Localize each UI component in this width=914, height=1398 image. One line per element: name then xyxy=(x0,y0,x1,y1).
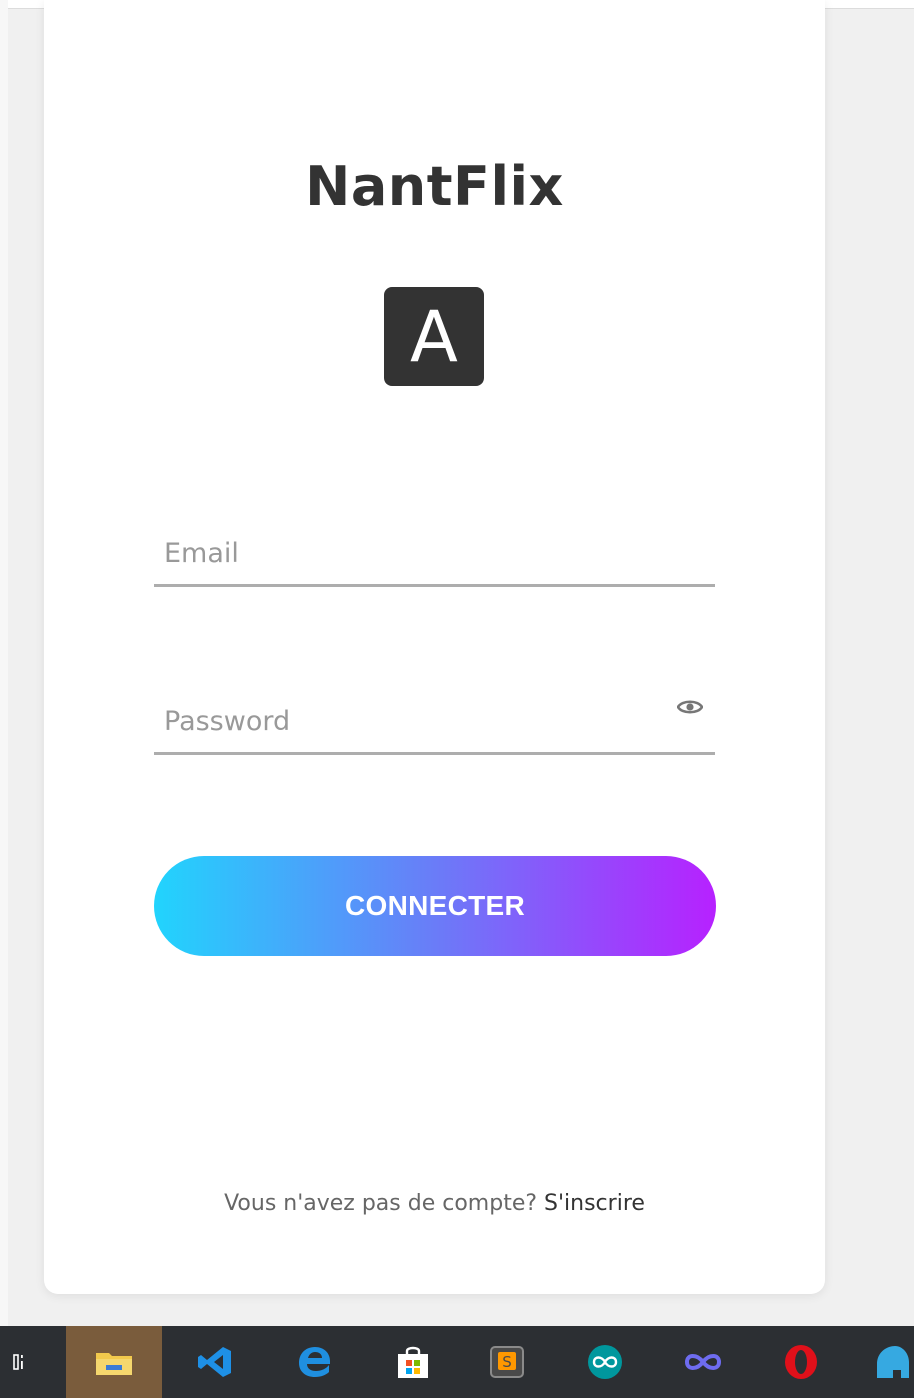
signup-prompt: Vous n'avez pas de compte? S'inscrire xyxy=(44,1191,825,1216)
page-left-margin xyxy=(0,0,8,1326)
show-password-icon[interactable] xyxy=(673,693,707,721)
password-input[interactable] xyxy=(162,695,646,747)
password-underline xyxy=(154,752,715,755)
email-underline xyxy=(154,584,715,587)
arduino-icon[interactable] xyxy=(570,1326,640,1398)
blue-app-icon[interactable] xyxy=(864,1326,914,1398)
task-view-icon[interactable] xyxy=(0,1326,40,1398)
signup-link[interactable]: S'inscrire xyxy=(544,1191,645,1216)
store-icon[interactable] xyxy=(378,1326,448,1398)
email-field xyxy=(154,517,715,587)
logo-letter: A xyxy=(410,295,458,378)
file-explorer-icon[interactable] xyxy=(66,1326,162,1398)
connect-button[interactable]: CONNECTER xyxy=(154,856,716,956)
vscode-icon[interactable] xyxy=(180,1326,250,1398)
windows-taskbar: S xyxy=(0,1326,914,1398)
infinity-app-icon[interactable] xyxy=(668,1326,738,1398)
login-card: NantFlix A CONNECTER Vous n'avez pas de … xyxy=(44,0,825,1294)
app-title: NantFlix xyxy=(305,155,564,218)
edge-icon[interactable] xyxy=(280,1326,350,1398)
sublime-text-icon[interactable]: S xyxy=(472,1326,542,1398)
signup-text: Vous n'avez pas de compte? xyxy=(224,1191,538,1216)
email-input[interactable] xyxy=(162,527,646,579)
password-field xyxy=(154,685,715,755)
svg-text:S: S xyxy=(502,1353,512,1371)
app-logo: A xyxy=(384,287,484,386)
opera-icon[interactable] xyxy=(766,1326,836,1398)
